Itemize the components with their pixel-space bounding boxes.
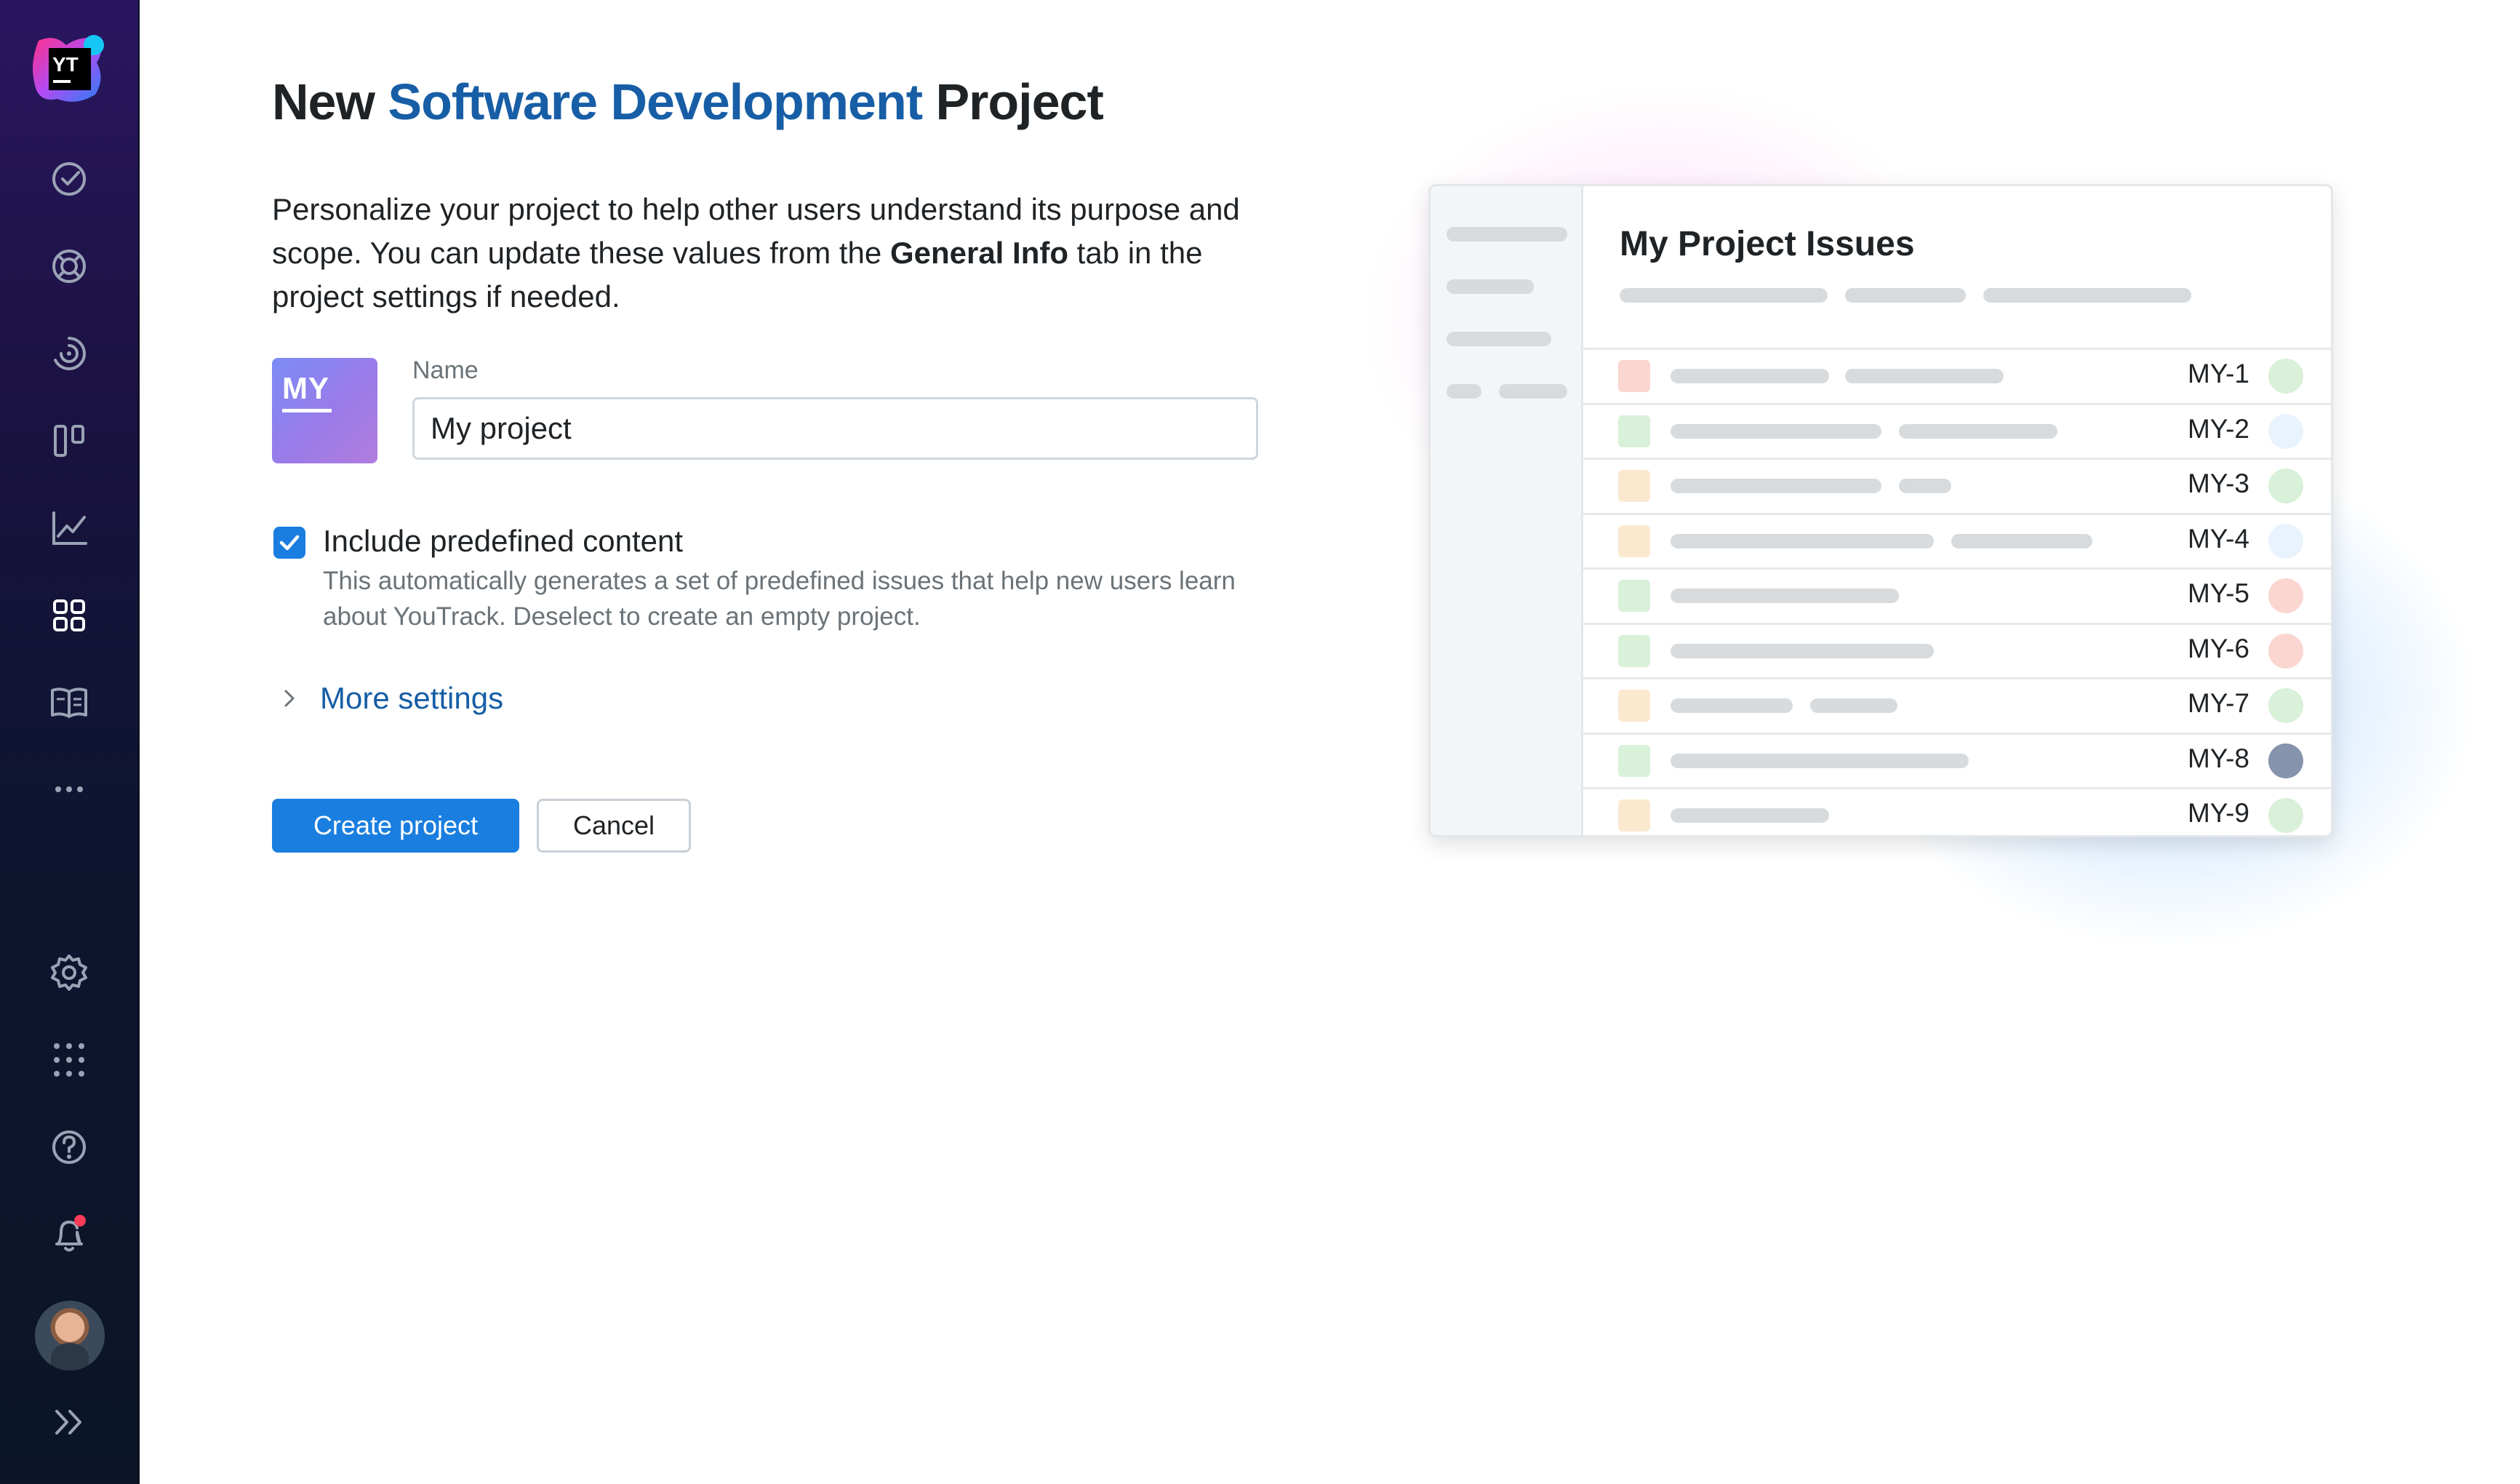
page-description: Personalize your project to help other u…: [272, 192, 1240, 314]
time-tracking-icon[interactable]: [48, 332, 90, 375]
issue-id: MY-1: [2187, 359, 2249, 388]
agile-boards-icon[interactable]: [48, 420, 90, 462]
apps-grid-icon[interactable]: [48, 1039, 90, 1081]
preview-issue-row: MY-4: [1583, 512, 2331, 568]
name-label: Name: [412, 356, 479, 384]
knowledge-base-icon[interactable]: [48, 682, 90, 724]
preview-issue-row: MY-2: [1583, 402, 2331, 458]
issue-assignee-dot: [2268, 688, 2303, 723]
preview-issue-row: MY-6: [1583, 622, 2331, 678]
issue-assignee-dot: [2268, 798, 2303, 833]
issue-priority-square: [1618, 634, 1650, 667]
create-project-button[interactable]: Create project: [272, 799, 519, 853]
expand-sidebar-icon[interactable]: [48, 1401, 90, 1443]
project-template-name: Software Development: [388, 73, 923, 130]
project-preview-illustration: My Project Issues MY-1 MY-2 MY-3 MY-4 MY-5 MY…: [1428, 184, 2333, 837]
preview-issue-row: MY-7: [1583, 677, 2331, 733]
include-predefined-help: This automatically generates a set of pr…: [323, 567, 1236, 631]
include-predefined-checkbox[interactable]: [273, 527, 305, 559]
preview-issue-list: MY-1 MY-2 MY-3 MY-4 MY-5 MY-6 MY-7 MY-8 MY-9: [1583, 348, 2331, 835]
issue-assignee-dot: [2268, 523, 2303, 559]
issue-priority-square: [1618, 524, 1650, 557]
cancel-button[interactable]: Cancel: [537, 799, 691, 853]
include-predefined-label[interactable]: Include predefined content: [323, 524, 683, 559]
preview-issue-row: MY-5: [1583, 567, 2331, 623]
checkmark-icon: [279, 535, 300, 551]
issue-id: MY-2: [2187, 413, 2249, 444]
more-settings-label[interactable]: More settings: [320, 681, 503, 716]
issue-id: MY-6: [2187, 633, 2249, 663]
issue-assignee-dot: [2268, 743, 2303, 778]
reports-icon[interactable]: [48, 507, 90, 549]
issue-priority-square: [1618, 799, 1650, 831]
svg-text:YT: YT: [52, 53, 79, 76]
user-avatar[interactable]: [35, 1301, 105, 1371]
chevron-right-icon: [284, 690, 295, 707]
notifications-bell-icon[interactable]: [48, 1213, 90, 1256]
settings-icon[interactable]: [48, 952, 90, 994]
issue-assignee-dot: [2268, 468, 2303, 503]
issue-priority-square: [1618, 360, 1650, 392]
issue-assignee-dot: [2268, 633, 2303, 669]
project-name-input[interactable]: [412, 397, 1258, 460]
more-settings-toggle[interactable]: More settings: [276, 678, 503, 719]
helpdesk-icon[interactable]: [48, 245, 90, 287]
issue-assignee-dot: [2268, 578, 2303, 613]
issue-id: MY-7: [2187, 688, 2249, 718]
issue-id: MY-9: [2187, 798, 2249, 828]
preview-sidebar: [1431, 186, 1583, 835]
issue-priority-square: [1618, 580, 1650, 612]
project-icon-picker[interactable]: MY: [272, 358, 377, 463]
issue-priority-square: [1618, 744, 1650, 777]
issue-priority-square: [1618, 415, 1650, 447]
more-icon[interactable]: [48, 768, 90, 810]
preview-title: My Project Issues: [1620, 225, 1915, 263]
issue-assignee-dot: [2268, 413, 2303, 449]
preview-issue-row: MY-8: [1583, 732, 2331, 788]
preview-issue-row: MY-9: [1583, 787, 2331, 835]
issue-assignee-dot: [2268, 359, 2303, 394]
youtrack-logo[interactable]: YT: [33, 33, 105, 104]
issue-id: MY-8: [2187, 743, 2249, 773]
issue-priority-square: [1618, 690, 1650, 722]
issue-id: MY-5: [2187, 578, 2249, 608]
preview-issue-row: MY-3: [1583, 458, 2331, 513]
help-icon[interactable]: [48, 1126, 90, 1168]
projects-icon[interactable]: [48, 594, 90, 637]
issue-id: MY-3: [2187, 468, 2249, 498]
page-title: New Software Development Project: [272, 73, 1104, 130]
issues-icon[interactable]: [48, 158, 90, 200]
preview-issue-row: MY-1: [1583, 348, 2331, 403]
sidebar: YT: [0, 0, 140, 1484]
issue-priority-square: [1618, 470, 1650, 502]
issue-id: MY-4: [2187, 523, 2249, 554]
